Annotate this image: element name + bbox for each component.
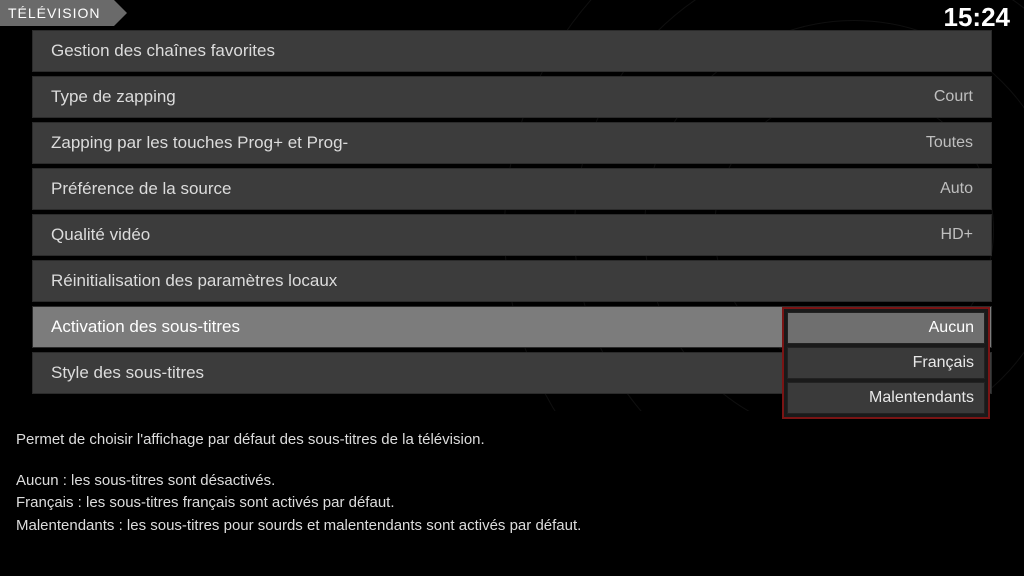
menu-row-label: Type de zapping <box>51 87 934 107</box>
help-intro: Permet de choisir l'affichage par défaut… <box>16 429 1008 452</box>
menu-row-label: Gestion des chaînes favorites <box>51 41 973 61</box>
subtitle-activation-dropdown: AucunFrançaisMalentendants <box>782 307 990 419</box>
help-line: Malentendants : les sous-titres pour sou… <box>16 515 1008 538</box>
menu-row-5[interactable]: Réinitialisation des paramètres locaux <box>32 260 992 302</box>
menu-row-value: HD+ <box>941 226 973 244</box>
menu-row-label: Zapping par les touches Prog+ et Prog- <box>51 133 926 153</box>
menu-row-label: Réinitialisation des paramètres locaux <box>51 271 973 291</box>
menu-row-2[interactable]: Zapping par les touches Prog+ et Prog-To… <box>32 122 992 164</box>
dropdown-option-malentendants[interactable]: Malentendants <box>787 382 985 414</box>
menu-row-0[interactable]: Gestion des chaînes favorites <box>32 30 992 72</box>
menu-row-value: Auto <box>940 180 973 198</box>
menu-row-label: Qualité vidéo <box>51 225 941 245</box>
menu-row-4[interactable]: Qualité vidéoHD+ <box>32 214 992 256</box>
help-panel: Permet de choisir l'affichage par défaut… <box>0 411 1024 576</box>
help-line: Français : les sous-titres français sont… <box>16 492 1008 515</box>
dropdown-option-français[interactable]: Français <box>787 347 985 379</box>
breadcrumb: TÉLÉVISION <box>0 0 114 26</box>
header-bar: TÉLÉVISION 15:24 <box>0 0 1024 30</box>
menu-row-value: Toutes <box>926 134 973 152</box>
clock: 15:24 <box>944 0 1024 33</box>
menu-row-3[interactable]: Préférence de la sourceAuto <box>32 168 992 210</box>
help-line: Aucun : les sous-titres sont désactivés. <box>16 470 1008 493</box>
menu-row-label: Préférence de la source <box>51 179 940 199</box>
dropdown-option-aucun[interactable]: Aucun <box>787 312 985 344</box>
menu-row-value: Court <box>934 88 973 106</box>
menu-row-1[interactable]: Type de zappingCourt <box>32 76 992 118</box>
